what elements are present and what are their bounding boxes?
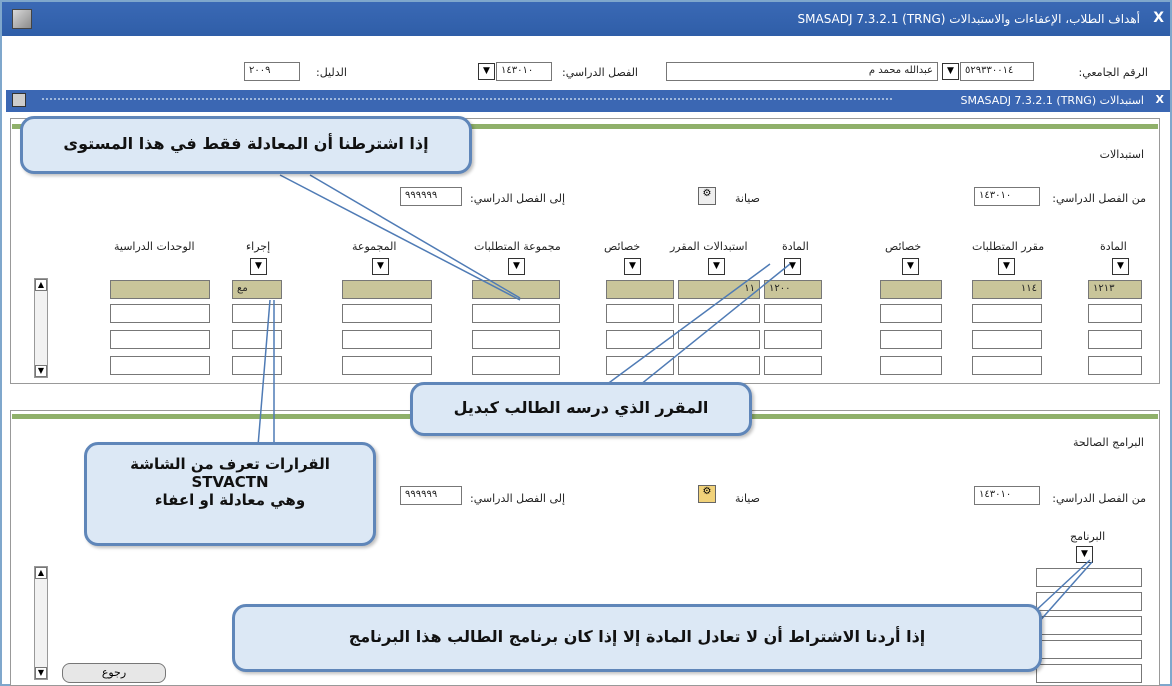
connector-2: [605, 263, 771, 386]
callout-actions-line3: وهي معادلة او اعفاء: [154, 491, 306, 509]
callout-level-condition: إذا اشترطنا أن المعادلة فقط في هذا المست…: [20, 116, 472, 174]
callout-connectors: [257, 174, 1093, 633]
connector-2b: [639, 263, 791, 386]
connector-3: [257, 299, 271, 447]
callout-substitute-course: المقرر الذي درسه الطالب كبديل: [410, 382, 752, 436]
connector-1b: [309, 174, 521, 299]
callout-actions-line1: القرارات تعرف من الشاشة: [130, 455, 330, 473]
callout-actions-line2: STVACTN: [191, 473, 269, 491]
connector-1: [279, 174, 521, 301]
connector-4: [1029, 559, 1091, 617]
callout-program-condition: إذا أردنا الاشتراط أن لا تعادل المادة إل…: [232, 604, 1042, 672]
callout-actions: القرارات تعرف من الشاشة STVACTN وهي معاد…: [84, 442, 376, 546]
